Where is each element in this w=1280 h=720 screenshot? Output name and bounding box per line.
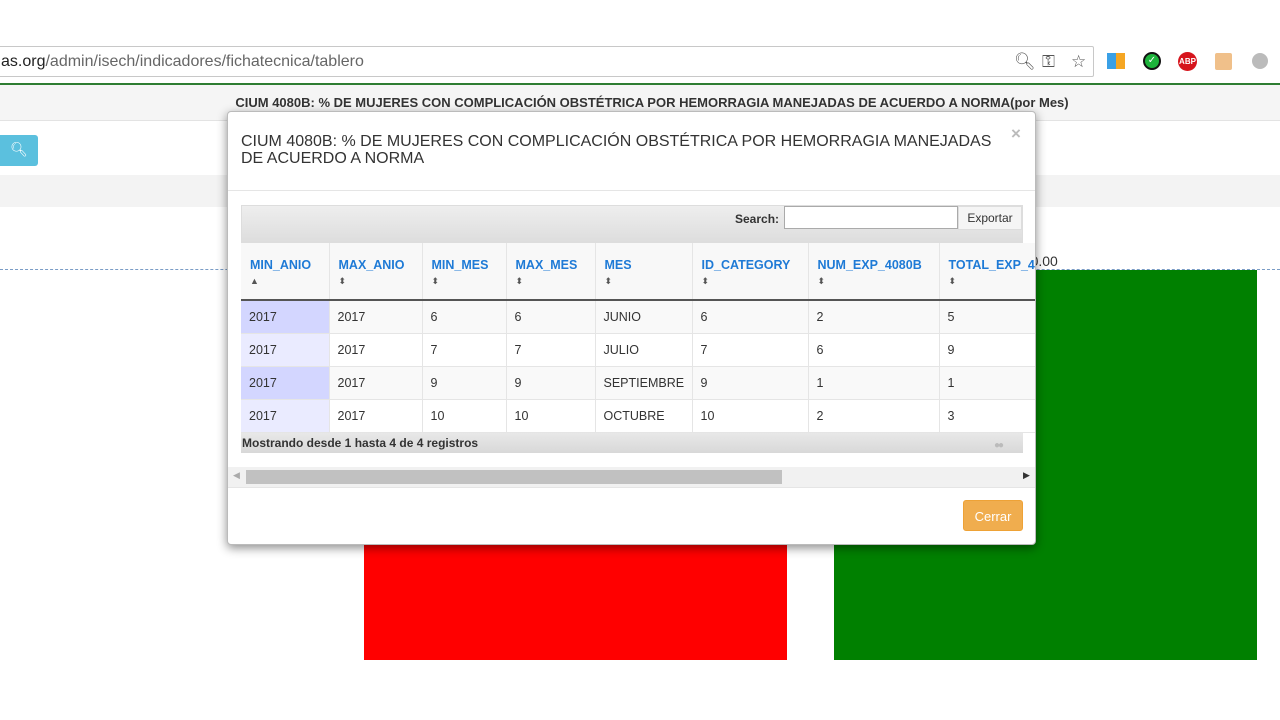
close-icon[interactable]: ×	[1011, 124, 1021, 144]
scroll-left-icon[interactable]: ◀	[233, 470, 240, 481]
table-cell: 9	[422, 366, 507, 400]
column-label: ID_CATEGORY	[701, 258, 791, 272]
modal-title: CIUM 4080B: % DE MUJERES CON COMPLICACIÓ…	[241, 133, 992, 167]
column-header[interactable]: NUM_EXP_4080B ⬍	[808, 243, 940, 301]
column-label: MAX_MES	[515, 258, 578, 272]
column-label: NUM_EXP_4080B	[817, 258, 922, 272]
sort-icon: ⬍	[515, 276, 524, 286]
table-cell: JULIO	[595, 333, 693, 367]
column-label: MIN_MES	[431, 258, 489, 272]
table-cell: 2	[808, 300, 940, 334]
sort-icon: ⬍	[338, 276, 347, 286]
horizontal-scrollbar[interactable]: ◀ ▶	[228, 467, 1035, 487]
table-cell: 1	[808, 366, 940, 400]
close-button[interactable]: Cerrar	[963, 500, 1023, 531]
table-cell: 2017	[241, 333, 330, 367]
table-cell: 9	[939, 333, 1035, 367]
scrollbar-thumb[interactable]	[246, 470, 782, 484]
export-button[interactable]: Exportar	[958, 206, 1022, 230]
search-label: Search:	[735, 212, 780, 226]
column-header[interactable]: MIN_ANIO ▲	[241, 243, 330, 301]
table-cell: 7	[422, 333, 507, 367]
table-cell: 10	[422, 399, 507, 433]
pagination-icons[interactable]: ●●	[994, 440, 1004, 451]
check-ext-icon[interactable]: ✓	[1143, 52, 1161, 70]
table-cell: 2017	[329, 333, 423, 367]
data-modal: CIUM 4080B: % DE MUJERES CON COMPLICACIÓ…	[227, 111, 1036, 545]
table-cell: 5	[939, 300, 1035, 334]
table-cell: 2017	[241, 300, 330, 334]
sort-icon: ⬍	[701, 276, 710, 286]
url-path: /admin/isech/indicadores/fichatecnica/ta…	[45, 53, 364, 70]
column-label: MAX_ANIO	[338, 258, 405, 272]
divider	[228, 190, 1035, 191]
column-label: MIN_ANIO	[250, 258, 312, 272]
scroll-right-icon[interactable]: ▶	[1023, 470, 1030, 481]
search-input[interactable]	[784, 206, 958, 229]
browser-top	[0, 0, 1280, 40]
table-cell: JUNIO	[595, 300, 693, 334]
table-cell: 1	[939, 366, 1035, 400]
table-cell: 3	[939, 399, 1035, 433]
table-cell: 2017	[329, 399, 423, 433]
table-cell: 6	[422, 300, 507, 334]
sort-icon: ⬍	[604, 276, 613, 286]
table-cell: OCTUBRE	[595, 399, 693, 433]
bookmark-ext-icon[interactable]	[1107, 53, 1125, 69]
table-row[interactable]: 2017 2017 7 7 JULIO 7 6 9	[241, 333, 1035, 367]
star-icon[interactable]: ☆	[1071, 52, 1086, 72]
column-header[interactable]: TOTAL_EXP_4 ⬍	[939, 243, 1035, 301]
table-cell: 10	[506, 399, 596, 433]
table-cell: 7	[506, 333, 596, 367]
table-cell: 6	[506, 300, 596, 334]
divider	[228, 487, 1035, 488]
table-cell: 2017	[329, 300, 423, 334]
zoom-icon: 🔍︎	[10, 141, 28, 157]
column-header[interactable]: MES ⬍	[595, 243, 693, 301]
table-cell: 6	[692, 300, 809, 334]
table-cell: 2017	[329, 366, 423, 400]
zoom-out-icon[interactable]: 🔍︎	[1014, 52, 1036, 72]
table-cell: 7	[692, 333, 809, 367]
url-host: as.org	[1, 53, 46, 70]
sort-icon: ⬍	[431, 276, 440, 286]
table-cell: 2017	[241, 399, 330, 433]
sort-icon: ⬍	[817, 276, 826, 286]
column-label: TOTAL_EXP_4	[948, 258, 1035, 272]
table-toolbar: Search: Exportar	[241, 205, 1023, 243]
column-header[interactable]: MIN_MES ⬍	[422, 243, 507, 301]
table-row[interactable]: 2017 2017 10 10 OCTUBRE 10 2 3	[241, 399, 1035, 433]
address-bar[interactable]: as.org/admin/isech/indicadores/fichatecn…	[0, 46, 1094, 77]
table-cell: 2017	[241, 366, 330, 400]
table-cell: 6	[808, 333, 940, 367]
table-cell: 10	[692, 399, 809, 433]
table-row[interactable]: 2017 2017 9 9 SEPTIEMBRE 9 1 1	[241, 366, 1035, 400]
key-icon[interactable]: ⚿	[1042, 52, 1055, 72]
table-cell: 2	[808, 399, 940, 433]
zoom-button[interactable]: 🔍︎	[0, 135, 38, 166]
face-ext-icon[interactable]	[1215, 53, 1232, 70]
adblock-ext-icon[interactable]: ABP	[1178, 52, 1197, 71]
table-cell: 9	[692, 366, 809, 400]
data-table: MIN_ANIO ▲ MAX_ANIO ⬍ MIN_MES ⬍ MAX_MES ⬍ MES ⬍ ID…	[241, 243, 1035, 433]
sort-asc-icon: ▲	[250, 276, 259, 286]
column-header[interactable]: ID_CATEGORY ⬍	[692, 243, 809, 301]
table-cell: SEPTIEMBRE	[595, 366, 693, 400]
column-header[interactable]: MAX_ANIO ⬍	[329, 243, 423, 301]
column-label: MES	[604, 258, 632, 272]
gray-ext-icon[interactable]	[1252, 53, 1268, 69]
column-header[interactable]: MAX_MES ⬍	[506, 243, 596, 301]
table-info: Mostrando desde 1 hasta 4 de 4 registros	[241, 433, 1023, 453]
table-row[interactable]: 2017 2017 6 6 JUNIO 6 2 5	[241, 300, 1035, 334]
sort-icon: ⬍	[948, 276, 957, 286]
table-cell: 9	[506, 366, 596, 400]
